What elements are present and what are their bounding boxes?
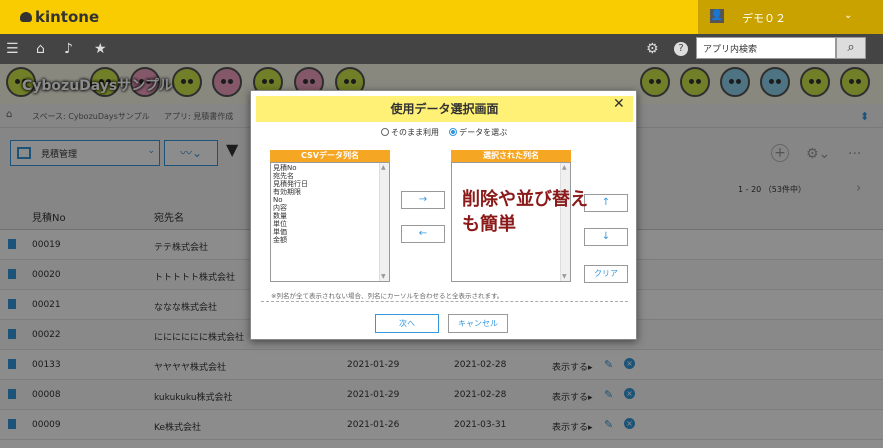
chevron-down-icon[interactable]: ⌄ — [844, 10, 852, 21]
divider — [261, 301, 628, 302]
list-item[interactable]: No — [271, 196, 389, 204]
list-item[interactable]: 数量 — [271, 212, 389, 220]
list-item[interactable]: 宛先名 — [271, 172, 389, 180]
app-search-input[interactable]: アプリ内検索 — [696, 37, 836, 59]
move-left-button[interactable]: ← — [401, 225, 445, 243]
close-icon[interactable]: ✕ — [613, 96, 625, 112]
list-item[interactable]: 有効期限 — [271, 188, 389, 196]
selected-list-header: 選択された列名 — [451, 150, 571, 162]
radio-asis[interactable]: そのまま利用 — [381, 128, 439, 137]
list-item[interactable]: 見積No — [271, 164, 389, 172]
move-right-button[interactable]: → — [401, 191, 445, 209]
help-icon[interactable]: ? — [674, 42, 688, 56]
csv-list-header: CSVデータ列名 — [270, 150, 390, 162]
user-name: デモ０２ — [742, 12, 786, 25]
search-icon[interactable]: ⌕ — [836, 37, 866, 59]
list-item[interactable]: 単価 — [271, 228, 389, 236]
home-icon[interactable]: ⌂ — [36, 40, 45, 58]
scrollbar[interactable] — [379, 163, 389, 281]
radio-select[interactable]: データを選ぶ — [449, 128, 507, 137]
caption-line: も簡単 — [462, 214, 516, 235]
kintone-logo-icon — [20, 12, 32, 22]
brand-name: kintone — [35, 8, 100, 26]
top-bar: kintone 👤 デモ０２ ⌄ — [0, 0, 883, 34]
list-item[interactable]: 金額 — [271, 236, 389, 244]
cancel-button[interactable]: キャンセル — [448, 314, 508, 333]
caption-line: 削除や並び替え — [462, 189, 588, 210]
radio-label: データを選ぶ — [459, 128, 508, 137]
clear-button[interactable]: クリア — [584, 265, 628, 283]
next-button[interactable]: 次へ — [375, 314, 439, 333]
gear-icon[interactable]: ⚙ — [646, 40, 659, 58]
csv-column-list[interactable]: 見積No 宛先名 見積発行日 有効期限 No 内容 数量 単位 単価 金額 — [270, 162, 390, 282]
dialog-title: 使用データ選択画面 — [256, 96, 633, 122]
kintone-logo[interactable]: kintone — [20, 8, 99, 26]
data-mode-radio-group: そのまま利用 データを選ぶ — [381, 127, 507, 138]
list-item[interactable]: 内容 — [271, 204, 389, 212]
star-icon[interactable]: ★ — [94, 40, 107, 58]
user-menu[interactable]: 👤 デモ０２ ⌄ — [698, 0, 883, 34]
dialog-note: ※列名が全て表示されない場合、列名にカーソルを合わせると全表示されます。 — [271, 292, 504, 300]
menu-icon[interactable]: ☰ — [6, 40, 19, 58]
list-item[interactable]: 見積発行日 — [271, 180, 389, 188]
radio-icon — [381, 128, 389, 136]
bell-icon[interactable]: ♪ — [64, 40, 73, 58]
avatar-icon: 👤 — [710, 9, 724, 23]
list-item[interactable]: 単位 — [271, 220, 389, 228]
caption-overlay: 削除や並び替え も簡単 — [462, 187, 622, 237]
radio-label: そのまま利用 — [391, 128, 439, 137]
radio-selected-icon — [449, 128, 458, 136]
